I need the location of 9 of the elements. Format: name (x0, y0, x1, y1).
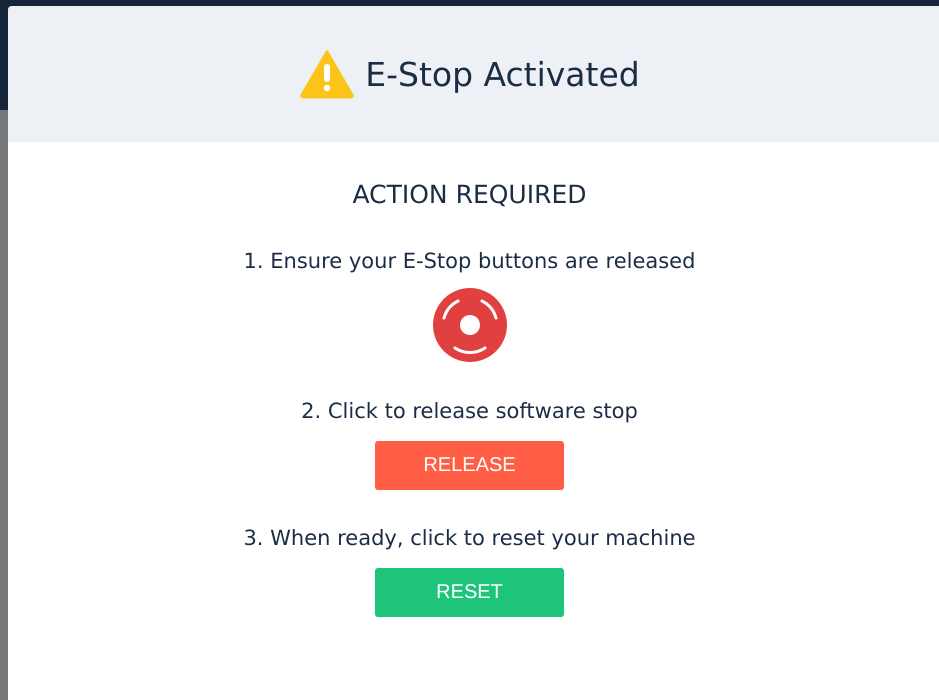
step-instruction: 3. When ready, click to reset your machine (243, 526, 696, 550)
warning-icon (299, 49, 356, 99)
reset-button[interactable]: RESET (375, 568, 564, 617)
step-instruction: 1. Ensure your E-Stop buttons are released (244, 249, 696, 273)
release-button[interactable]: RELEASE (375, 441, 564, 490)
section-heading: ACTION REQUIRED (352, 180, 587, 209)
emergency-stop-icon (432, 287, 508, 363)
dialog-title: E-Stop Activated (365, 54, 640, 94)
step-instruction: 2. Click to release software stop (301, 399, 638, 423)
